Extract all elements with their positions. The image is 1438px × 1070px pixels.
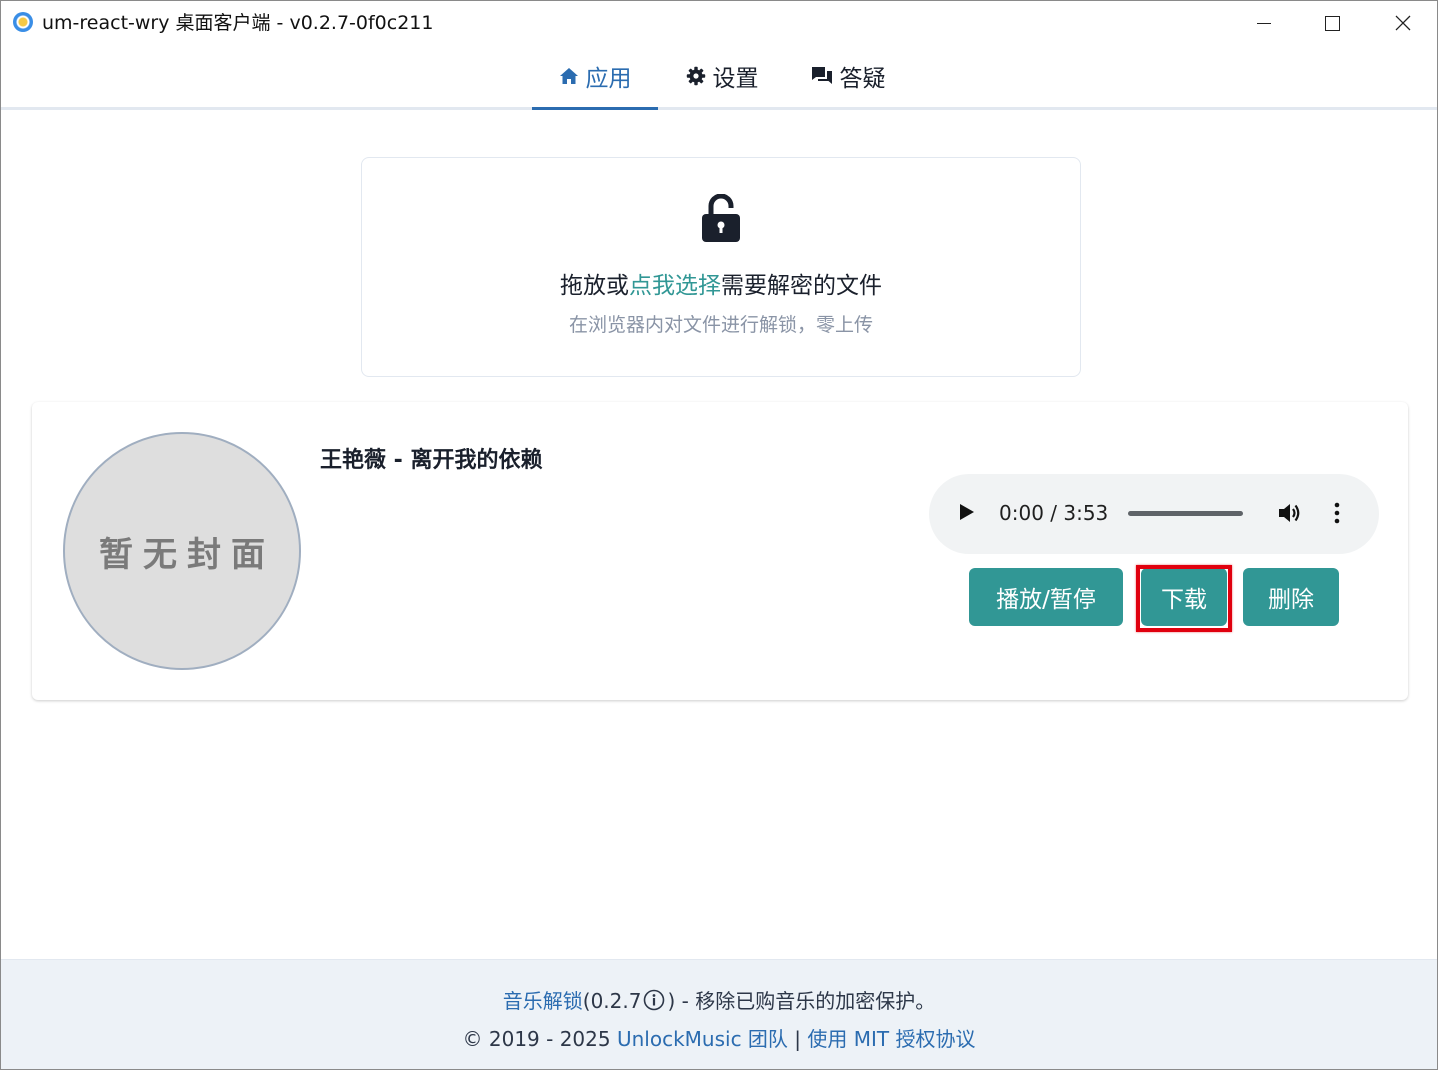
delete-button[interactable]: 删除 (1243, 568, 1339, 626)
unlock-icon (701, 193, 741, 246)
file-drop-zone[interactable]: 拖放或点我选择需要解密的文件 在浏览器内对文件进行解锁，零上传 (361, 157, 1081, 377)
song-title: 王艳薇 - 离开我的依赖 (320, 448, 543, 473)
copyright-text: © 2019 - 2025 (462, 1027, 611, 1051)
footer-separator: | (794, 1027, 802, 1051)
audio-player: 0:00 / 3:53 (929, 474, 1379, 554)
tab-faq[interactable]: 答疑 (796, 45, 900, 107)
app-logo-icon (13, 12, 33, 32)
app-name-link[interactable]: 音乐解锁 (503, 989, 583, 1013)
download-button[interactable]: 下载 (1141, 568, 1227, 626)
footer-tagline: ) - 移除已购音乐的加密保护。 (667, 989, 936, 1013)
chat-icon (811, 66, 833, 86)
gear-icon (686, 66, 706, 86)
footer: 音乐解锁(0.2.7 ) - 移除已购音乐的加密保护。 © 2019 - 2025… (1, 959, 1437, 1069)
tab-bar: 应用 设置 答疑 (1, 45, 1437, 110)
volume-icon[interactable] (1277, 501, 1303, 529)
footer-version: (0.2.7 (582, 989, 642, 1013)
close-button[interactable] (1368, 1, 1437, 45)
select-file-link[interactable]: 点我选择 (629, 273, 721, 299)
tab-settings[interactable]: 设置 (672, 45, 772, 107)
tab-app-label: 应用 (585, 66, 632, 92)
license-link[interactable]: 使用 MIT 授权协议 (807, 1027, 975, 1051)
footer-description: 音乐解锁(0.2.7 ) - 移除已购音乐的加密保护。 (1, 988, 1437, 1017)
window-title: um-react-wry 桌面客户端 - v0.2.7-0f0c211 (42, 12, 434, 34)
home-icon (559, 67, 579, 85)
team-link[interactable]: UnlockMusic 团队 (617, 1027, 788, 1051)
play-pause-button[interactable]: 播放/暂停 (969, 568, 1123, 626)
drop-subtitle: 在浏览器内对文件进行解锁，零上传 (568, 314, 873, 336)
footer-copyright: © 2019 - 2025 UnlockMusic 团队 | 使用 MIT 授权… (1, 1026, 1437, 1052)
playback-time: 0:00 / 3:53 (999, 501, 1109, 525)
seek-bar[interactable] (1128, 511, 1243, 516)
minimize-button[interactable] (1229, 1, 1299, 45)
drop-instructions: 拖放或点我选择需要解密的文件 (362, 271, 1080, 301)
more-options-icon[interactable] (1333, 501, 1341, 529)
drop-text-before: 拖放或 (560, 273, 629, 299)
album-cover-placeholder: 暂无封面 (63, 432, 301, 670)
info-icon[interactable] (643, 989, 665, 1017)
tab-faq-label: 答疑 (839, 66, 886, 92)
close-icon (1395, 15, 1411, 31)
tab-app[interactable]: 应用 (532, 45, 658, 110)
title-bar: um-react-wry 桌面客户端 - v0.2.7-0f0c211 (1, 1, 1437, 45)
play-icon[interactable] (959, 503, 975, 525)
app-window: um-react-wry 桌面客户端 - v0.2.7-0f0c211 应用 设… (0, 0, 1438, 1070)
drop-text-after: 需要解密的文件 (721, 273, 882, 299)
cover-placeholder-text: 暂无封面 (99, 534, 275, 575)
file-card: 暂无封面 王艳薇 - 离开我的依赖 0:00 / 3:53 播放/暂停 下载 删… (32, 402, 1408, 700)
maximize-button[interactable] (1298, 1, 1368, 45)
tab-settings-label: 设置 (712, 66, 759, 92)
